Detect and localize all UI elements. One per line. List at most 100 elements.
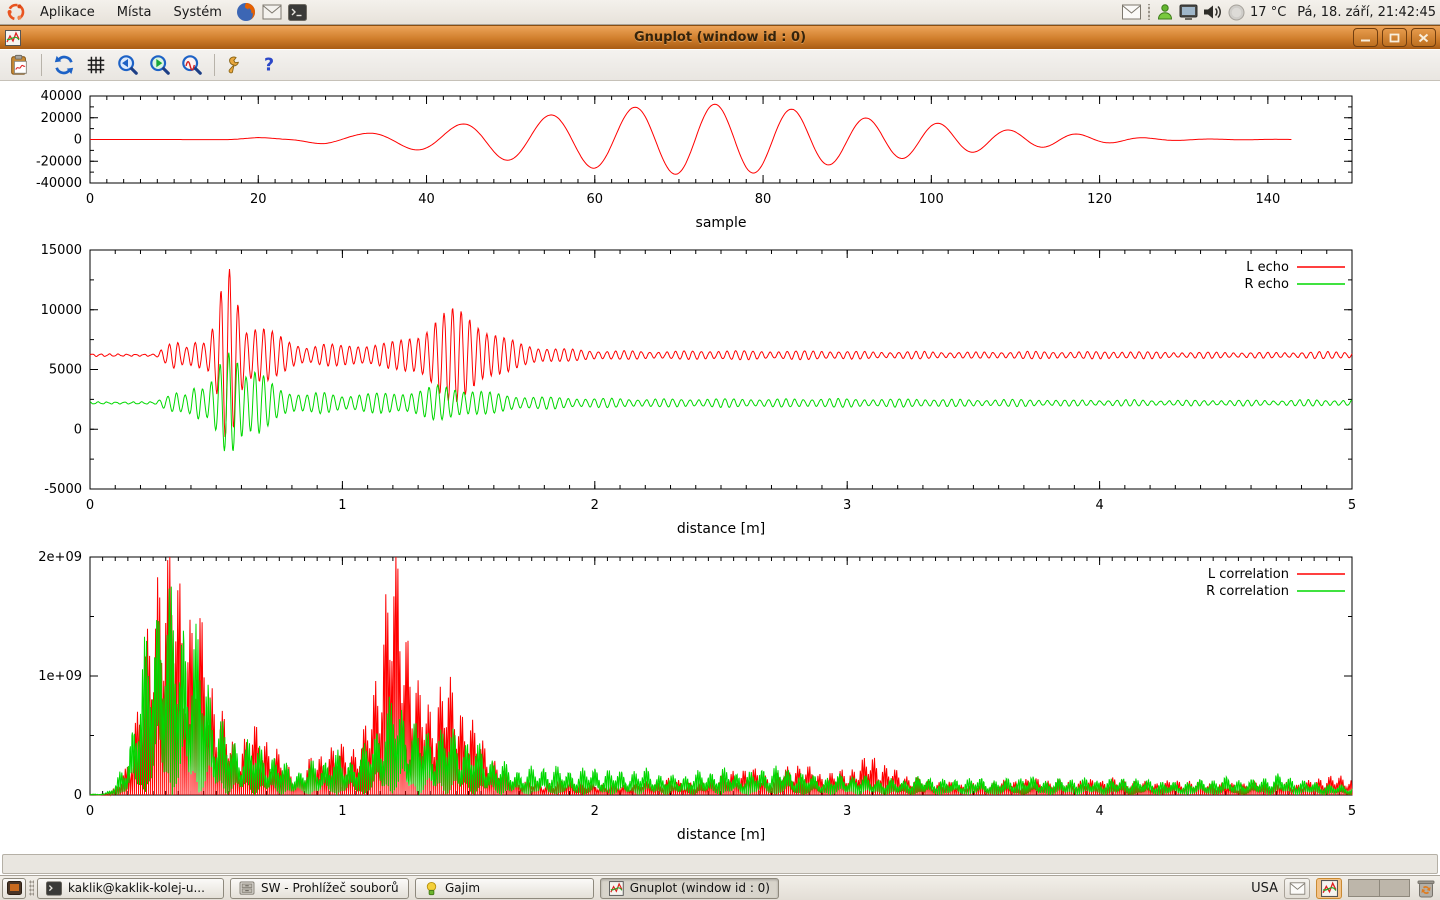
chart-3: 01234501e+092e+09distance [m]L correlati… — [38, 550, 1356, 843]
svg-text:5: 5 — [1348, 498, 1356, 513]
window-titlebar[interactable]: Gnuplot (window id : 0) — [0, 25, 1440, 49]
autoscale-icon — [181, 54, 203, 76]
svg-text:3: 3 — [843, 498, 851, 513]
user-switcher-icon[interactable] — [1156, 3, 1174, 21]
minimize-button[interactable] — [1353, 28, 1378, 47]
series-sample — [90, 104, 1291, 174]
series-l-echo — [90, 269, 1352, 437]
taskbar-item-file-manager[interactable]: SW - Prohlížeč souborů — [230, 878, 409, 899]
taskbar-item-label: SW - Prohlížeč souborů — [261, 881, 399, 895]
plot-area[interactable]: 020406080100120140-40000-200000200004000… — [0, 81, 1440, 852]
taskbar-right-cluster: USA — [1251, 876, 1436, 900]
chart-1-xlabel: sample — [696, 215, 747, 231]
menu-aplikace[interactable]: Aplikace — [30, 2, 105, 23]
autoscale-button[interactable] — [179, 52, 205, 78]
main-menu: Aplikace Místa Systém — [0, 1, 310, 23]
firefox-icon — [236, 2, 256, 22]
copy-to-clipboard-button[interactable] — [6, 52, 32, 78]
chart-2-xlabel: distance [m] — [677, 521, 765, 537]
chart-2: 012345-5000050001000015000distance [m]L … — [41, 243, 1357, 537]
ubuntu-logo-icon — [6, 2, 26, 22]
window-title: Gnuplot (window id : 0) — [0, 30, 1440, 45]
copy-to-clipboard-icon — [8, 54, 30, 76]
gnuplot-tray-button[interactable] — [1316, 878, 1342, 899]
svg-text:L echo: L echo — [1246, 260, 1289, 275]
taskbar-item-terminal[interactable]: kaklik@kaklik-kolej-u... — [37, 878, 224, 899]
weather-icon[interactable] — [1228, 4, 1245, 21]
svg-text:R echo: R echo — [1244, 277, 1289, 292]
close-button[interactable] — [1411, 28, 1436, 47]
show-desktop-button[interactable] — [2, 878, 26, 899]
svg-text:20000: 20000 — [41, 111, 82, 126]
desktop-screen: Aplikace Místa Systém — [0, 0, 1440, 900]
taskbar-item-label: kaklik@kaklik-kolej-u... — [68, 881, 205, 895]
taskbar-item-label: Gnuplot (window id : 0) — [630, 881, 770, 895]
svg-text:R correlation: R correlation — [1206, 584, 1289, 599]
svg-text:0: 0 — [86, 498, 94, 513]
file-manager-icon — [239, 881, 255, 895]
toolbar-separator — [214, 54, 215, 76]
zoom-next-icon — [149, 54, 171, 76]
maximize-icon — [1389, 33, 1400, 43]
svg-text:100: 100 — [919, 192, 944, 207]
configure-button[interactable] — [224, 52, 250, 78]
window-statusbar — [2, 854, 1438, 874]
configure-wrench-icon — [226, 54, 248, 76]
svg-text:80: 80 — [755, 192, 772, 207]
menu-system[interactable]: Systém — [163, 2, 231, 23]
workspace-switcher[interactable] — [1348, 879, 1410, 897]
toolbar-separator — [41, 54, 42, 76]
svg-text:120: 120 — [1087, 192, 1112, 207]
workspace-1[interactable] — [1349, 880, 1379, 896]
plots-canvas: 020406080100120140-40000-200000200004000… — [0, 81, 1440, 852]
svg-text:5000: 5000 — [49, 363, 82, 378]
maximize-button[interactable] — [1382, 28, 1407, 47]
svg-text:10000: 10000 — [41, 303, 82, 318]
zoom-previous-button[interactable] — [115, 52, 141, 78]
gnuplot-toolbar: ? — [0, 50, 1440, 81]
svg-text:60: 60 — [587, 192, 604, 207]
replot-button[interactable] — [51, 52, 77, 78]
chart-1: 020406080100120140-40000-200000200004000… — [36, 89, 1352, 231]
temperature-indicator[interactable]: 17 °C — [1250, 5, 1286, 20]
taskbar-item-gajim[interactable]: Gajim — [415, 878, 594, 899]
show-desktop-icon — [7, 881, 22, 895]
workspace-2[interactable] — [1379, 880, 1409, 896]
firefox-launcher[interactable] — [235, 1, 257, 23]
grid-button[interactable] — [83, 52, 109, 78]
replot-refresh-icon — [53, 54, 75, 76]
trash-icon[interactable] — [1416, 878, 1436, 899]
svg-text:1: 1 — [338, 804, 346, 819]
ubuntu-menu-icon[interactable] — [5, 1, 27, 23]
taskbar-item-gnuplot[interactable]: Gnuplot (window id : 0) — [600, 878, 779, 899]
gnuplot-window: Gnuplot (window id : 0) — [0, 25, 1440, 875]
top-panel: Aplikace Místa Systém — [0, 0, 1440, 25]
help-button[interactable]: ? — [256, 52, 282, 78]
tray-separator — [1147, 4, 1151, 20]
terminal-launcher[interactable] — [287, 1, 309, 23]
mail-tray-button[interactable] — [1284, 878, 1310, 899]
svg-text:20: 20 — [250, 192, 267, 207]
help-icon: ? — [258, 54, 280, 76]
close-icon — [1418, 33, 1429, 43]
volume-icon[interactable] — [1203, 4, 1223, 20]
svg-text:0: 0 — [74, 788, 82, 803]
svg-text:0: 0 — [74, 133, 82, 148]
mail-launcher[interactable] — [261, 1, 283, 23]
mail-notification-icon[interactable] — [1121, 4, 1142, 20]
svg-text:2: 2 — [591, 498, 599, 513]
tasklist-handle[interactable] — [29, 880, 34, 896]
gnuplot-icon — [1321, 880, 1338, 897]
series-r-echo — [90, 353, 1352, 451]
svg-text:2e+09: 2e+09 — [38, 550, 82, 565]
zoom-next-button[interactable] — [147, 52, 173, 78]
system-tray: 17 °C Pá, 18. září, 21:42:45 — [1121, 0, 1436, 24]
svg-text:0: 0 — [74, 422, 82, 437]
clock[interactable]: Pá, 18. září, 21:42:45 — [1297, 5, 1436, 20]
keyboard-layout-indicator[interactable]: USA — [1251, 881, 1278, 896]
menu-mista[interactable]: Místa — [107, 2, 162, 23]
series-l-correlation — [90, 557, 1352, 795]
grid-icon — [85, 54, 107, 76]
display-icon[interactable] — [1179, 4, 1198, 21]
svg-text:0: 0 — [86, 192, 94, 207]
